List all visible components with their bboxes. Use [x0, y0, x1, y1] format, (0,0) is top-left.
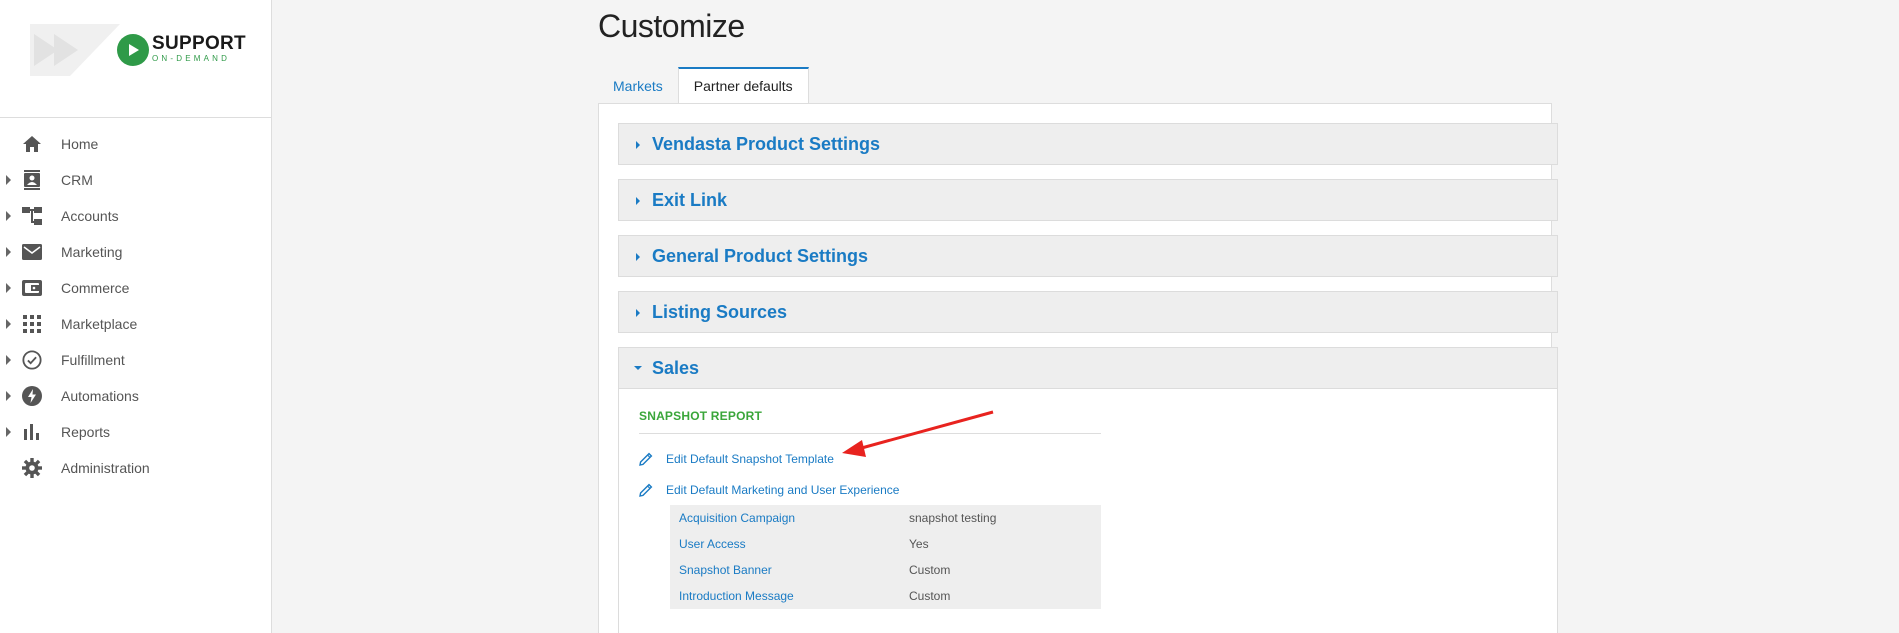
mail-icon: [22, 242, 42, 262]
table-key: Acquisition Campaign: [679, 511, 796, 525]
accordion-header[interactable]: General Product Settings: [619, 236, 1557, 276]
accordion-general-product-settings[interactable]: General Product Settings: [618, 235, 1558, 277]
sidebar-item-label: Fulfillment: [61, 352, 125, 368]
tab-panel: Vendasta Product Settings Exit Link Gene…: [598, 103, 1558, 633]
app-root: SUPPORT ON-DEMAND Home CRM Accounts Mark…: [0, 0, 1899, 633]
check-circle-icon: [22, 350, 42, 370]
brand-wordmark: SUPPORT ON-DEMAND: [152, 34, 246, 64]
accordion-title: Listing Sources: [652, 302, 788, 322]
sidebar-item-label: CRM: [61, 172, 93, 188]
table-row: Acquisition Campaign snapshot testing: [670, 505, 1101, 531]
caret-right-icon[interactable]: [6, 355, 11, 365]
sidebar: SUPPORT ON-DEMAND Home CRM Accounts Mark…: [0, 0, 272, 633]
caret-right-icon: [636, 309, 640, 317]
snapshot-report-heading: SNAPSHOT REPORT: [639, 409, 763, 423]
accordion-listing-sources[interactable]: Listing Sources: [618, 291, 1558, 333]
sidebar-item-label: Automations: [61, 388, 139, 404]
sales-panel-body: SNAPSHOT REPORT Edit Default Snapshot Te…: [618, 389, 1558, 633]
accordion-title: Sales: [652, 358, 700, 378]
accordion-title: General Product Settings: [652, 246, 869, 266]
link-label: Edit Default Marketing and User Experien…: [666, 483, 900, 497]
caret-right-icon: [636, 253, 640, 261]
accordion-header[interactable]: Sales: [619, 348, 1557, 388]
link-label: Edit Default Snapshot Template: [666, 452, 834, 466]
accordion-vendasta-product-settings[interactable]: Vendasta Product Settings: [618, 123, 1558, 165]
bar-chart-icon: [22, 422, 42, 442]
sidebar-item-label: Marketing: [61, 244, 123, 260]
sidebar-item-administration[interactable]: Administration: [0, 450, 271, 486]
table-key: Introduction Message: [679, 589, 794, 603]
main-content: Customize Markets Partner defaults Venda…: [272, 0, 1899, 633]
gear-icon: [22, 458, 42, 478]
table-value: Custom: [909, 589, 951, 603]
accordion-exit-link[interactable]: Exit Link: [618, 179, 1558, 221]
table-row: User Access Yes: [670, 531, 1101, 557]
sidebar-item-reports[interactable]: Reports: [0, 414, 271, 450]
sidebar-item-marketplace[interactable]: Marketplace: [0, 306, 271, 342]
table-row: Introduction Message Custom: [670, 583, 1101, 609]
accordion-title: Vendasta Product Settings: [652, 134, 881, 154]
caret-right-icon[interactable]: [6, 211, 11, 221]
snapshot-settings-table: Acquisition Campaign snapshot testing Us…: [670, 505, 1101, 609]
sidebar-item-accounts[interactable]: Accounts: [0, 198, 271, 234]
sidebar-item-label: Commerce: [61, 280, 130, 296]
caret-down-icon: [634, 366, 642, 370]
sidebar-item-label: Accounts: [61, 208, 119, 224]
brand-play-icon: [117, 34, 149, 66]
accordion-header[interactable]: Vendasta Product Settings: [619, 124, 1557, 164]
home-icon: [22, 134, 42, 154]
table-value: Yes: [909, 537, 929, 551]
sidebar-item-commerce[interactable]: Commerce: [0, 270, 271, 306]
sidebar-item-crm[interactable]: CRM: [0, 162, 271, 198]
accordion-header[interactable]: Exit Link: [619, 180, 1557, 220]
contact-card-icon: [22, 170, 42, 190]
pencil-icon: [639, 483, 653, 497]
sidebar-item-home[interactable]: Home: [0, 126, 271, 162]
logo[interactable]: SUPPORT ON-DEMAND: [0, 0, 271, 118]
tab-bar: Markets Partner defaults: [598, 67, 809, 104]
table-row: Snapshot Banner Custom: [670, 557, 1101, 583]
page-title: Customize: [598, 8, 745, 44]
pencil-icon: [639, 452, 653, 466]
caret-right-icon[interactable]: [6, 175, 11, 185]
sidebar-item-label: Administration: [61, 460, 150, 476]
caret-right-icon[interactable]: [6, 247, 11, 257]
table-value: snapshot testing: [909, 511, 997, 525]
caret-right-icon: [636, 141, 640, 149]
sidebar-item-label: Reports: [61, 424, 111, 440]
edit-default-snapshot-template-link[interactable]: Edit Default Snapshot Template: [639, 450, 834, 468]
accordion-header[interactable]: Listing Sources: [619, 292, 1557, 332]
brand-tagline: ON-DEMAND: [152, 54, 231, 63]
table-key: User Access: [679, 537, 746, 551]
table-key: Snapshot Banner: [679, 563, 772, 577]
caret-right-icon[interactable]: [6, 391, 11, 401]
caret-right-icon: [636, 197, 640, 205]
accounts-tree-icon: [22, 206, 42, 226]
wallet-icon: [22, 278, 42, 298]
sidebar-item-label: Home: [61, 136, 99, 152]
caret-right-icon[interactable]: [6, 427, 11, 437]
edit-default-marketing-link[interactable]: Edit Default Marketing and User Experien…: [639, 481, 899, 499]
sidebar-item-fulfillment[interactable]: Fulfillment: [0, 342, 271, 378]
tab-markets[interactable]: Markets: [598, 67, 678, 104]
sidebar-nav: Home CRM Accounts Marketing Commerce Mar…: [0, 118, 271, 486]
sidebar-item-label: Marketplace: [61, 316, 138, 332]
accordion-sales[interactable]: Sales: [618, 347, 1558, 389]
caret-right-icon[interactable]: [6, 283, 11, 293]
brand-name: SUPPORT: [152, 33, 246, 54]
sidebar-item-automations[interactable]: Automations: [0, 378, 271, 414]
accordion-title: Exit Link: [652, 190, 728, 210]
tab-partner-defaults[interactable]: Partner defaults: [677, 67, 809, 104]
table-value: Custom: [909, 563, 951, 577]
grid-icon: [22, 314, 42, 334]
bolt-icon: [22, 386, 42, 406]
caret-right-icon[interactable]: [6, 319, 11, 329]
divider: [639, 433, 1101, 434]
sidebar-item-marketing[interactable]: Marketing: [0, 234, 271, 270]
brand-arrows-icon: [30, 24, 120, 76]
